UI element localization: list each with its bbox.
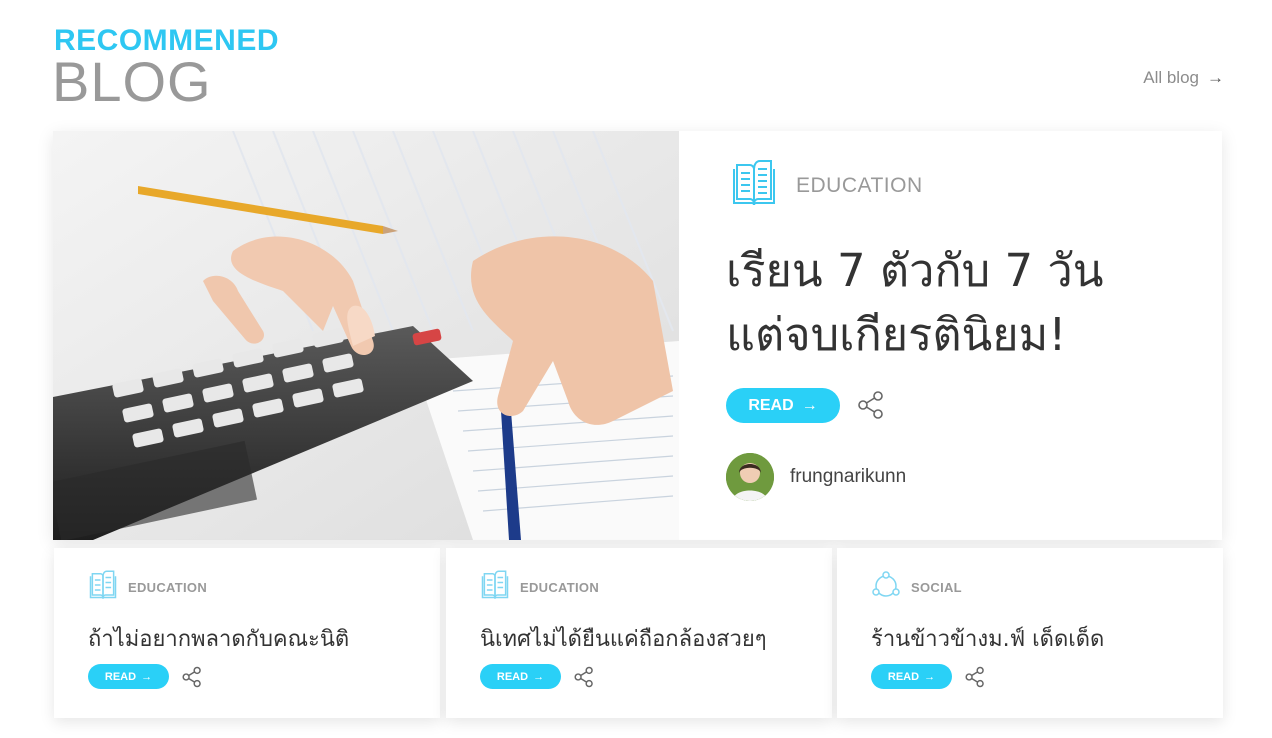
blog-card: SOCIAL ร้านข้าวข้างม.ฟ์ เด็ดเด็ด READ → [837, 548, 1223, 718]
author-avatar[interactable] [726, 453, 774, 501]
featured-title-line-2: แต่จบเกียรตินิยม! [726, 308, 1067, 361]
card-category: EDUCATION [88, 570, 207, 605]
card-title[interactable]: นิเทศไม่ได้ยืนแค่ถือกล้องสวยๆ [480, 621, 767, 656]
read-button-label: READ [104, 670, 137, 683]
read-button-label: READ [496, 670, 529, 683]
share-icon[interactable] [573, 666, 595, 693]
card-category: EDUCATION [480, 570, 599, 605]
read-button-label: READ [748, 396, 794, 414]
section-title: BLOG [52, 50, 212, 113]
card-read-button[interactable]: READ → [88, 664, 169, 689]
card-title[interactable]: ร้านข้าวข้างม.ฟ์ เด็ดเด็ด [871, 621, 1104, 656]
share-icon[interactable] [856, 390, 886, 425]
featured-category: EDUCATION [730, 159, 923, 212]
blog-card: EDUCATION นิเทศไม่ได้ยืนแค่ถือกล้องสวยๆ … [446, 548, 832, 718]
arrow-right-icon: → [141, 670, 153, 683]
share-icon[interactable] [181, 666, 203, 693]
featured-title-line-1: เรียน 7 ตัวกับ 7 วัน [726, 244, 1104, 297]
featured-title[interactable]: เรียน 7 ตัวกับ 7 วัน แต่จบเกียรตินิยม! [726, 239, 1156, 367]
card-read-button[interactable]: READ → [871, 664, 952, 689]
card-category-label: SOCIAL [911, 580, 962, 595]
featured-category-label: EDUCATION [796, 173, 923, 197]
blog-card: EDUCATION ถ้าไม่อยากพลาดกับคณะนิติ READ … [54, 548, 440, 718]
card-title[interactable]: ถ้าไม่อยากพลาดกับคณะนิติ [88, 621, 349, 656]
author-info: frungnarikunn [726, 453, 906, 501]
featured-post-body: EDUCATION เรียน 7 ตัวกับ 7 วัน แต่จบเกีย… [726, 131, 1222, 540]
arrow-right-icon: → [924, 670, 936, 683]
card-category-label: EDUCATION [520, 580, 600, 595]
featured-post-image[interactable] [53, 131, 679, 540]
all-blog-label: All blog [1143, 68, 1199, 87]
featured-read-button[interactable]: READ → [726, 388, 840, 423]
author-name[interactable]: frungnarikunn [790, 466, 906, 488]
arrow-right-icon: → [1207, 68, 1224, 87]
read-button-label: READ [887, 670, 920, 683]
open-book-icon [88, 570, 118, 605]
arrow-right-icon: → [801, 396, 818, 414]
share-icon[interactable] [964, 666, 986, 693]
all-blog-link[interactable]: All blog → [1143, 68, 1224, 88]
card-category: SOCIAL [871, 570, 962, 605]
open-book-icon [730, 159, 778, 212]
featured-post-card: EDUCATION เรียน 7 ตัวกับ 7 วัน แต่จบเกีย… [53, 131, 1222, 540]
card-category-label: EDUCATION [128, 580, 208, 595]
card-read-button[interactable]: READ → [480, 664, 561, 689]
calculator-photo [53, 131, 679, 540]
open-book-icon [480, 570, 510, 605]
arrow-right-icon: → [533, 670, 545, 683]
social-network-icon [871, 570, 901, 605]
